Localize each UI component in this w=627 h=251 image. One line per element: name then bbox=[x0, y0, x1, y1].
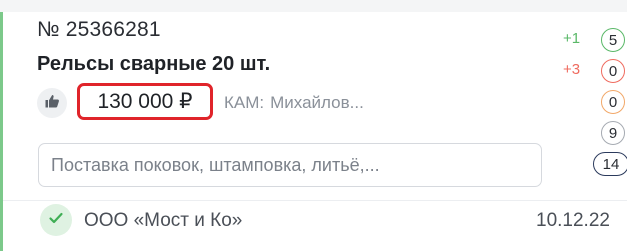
order-title[interactable]: Рельсы сварные 20 шт. bbox=[37, 53, 270, 76]
kam-label: КАМ: bbox=[224, 93, 265, 112]
company-name[interactable]: ООО «Мост и Ко» bbox=[84, 210, 242, 232]
kam-value: Михайлов... bbox=[270, 93, 364, 112]
check-icon bbox=[47, 209, 65, 232]
count-badge-orange[interactable]: 0 bbox=[601, 90, 625, 114]
count-badge-navy[interactable]: 14 bbox=[593, 152, 627, 176]
price-value: 130 000 ₽ bbox=[77, 83, 213, 120]
price-text: 130 000 ₽ bbox=[97, 90, 193, 113]
order-date: 10.12.22 bbox=[536, 210, 610, 231]
kam-info: КАМ: Михайлов... bbox=[224, 93, 364, 113]
count-badge-green[interactable]: 5 bbox=[601, 28, 625, 52]
delta-positive: +1 bbox=[563, 30, 581, 47]
status-check-badge bbox=[40, 204, 72, 236]
order-number: № 25366281 bbox=[37, 18, 161, 41]
description-field[interactable]: Поставка поковок, штамповка, литьё,... bbox=[38, 143, 542, 187]
card-divider bbox=[3, 200, 627, 201]
count-badge-gray[interactable]: 9 bbox=[601, 121, 625, 145]
like-button[interactable] bbox=[37, 88, 67, 118]
thumbs-up-icon bbox=[44, 93, 60, 114]
count-badge-red[interactable]: 0 bbox=[601, 59, 625, 83]
top-strip bbox=[0, 0, 627, 12]
delta-negative: +3 bbox=[563, 61, 581, 78]
description-text: Поставка поковок, штамповка, литьё,... bbox=[51, 154, 380, 175]
